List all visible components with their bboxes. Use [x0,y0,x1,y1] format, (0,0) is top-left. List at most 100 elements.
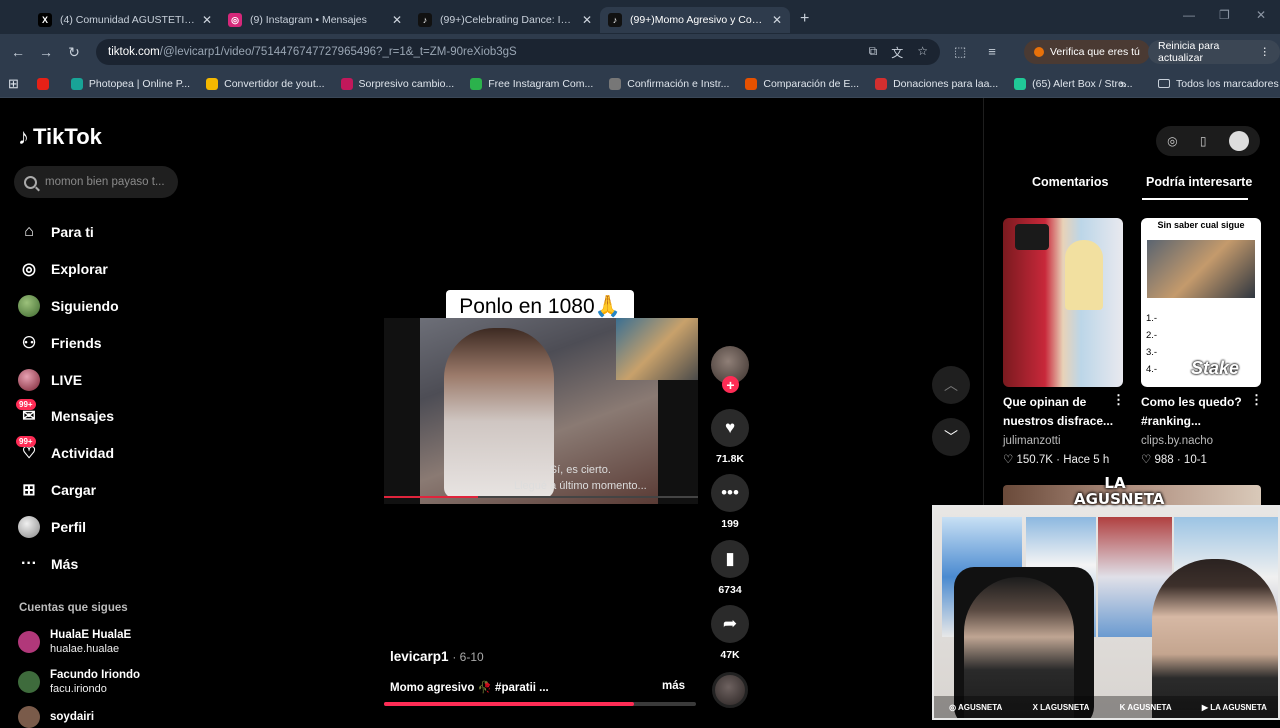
address-bar[interactable]: tiktok.com /@levicarp1/video/75144767477… [96,39,940,65]
suggested-video-title[interactable]: Que opinan de nuestros disfrace... [1003,393,1115,431]
tab-title: (9) Instagram • Mensajes [250,14,367,26]
nav-item-perfil[interactable]: Perfil [16,508,119,545]
save-count: 6734 [718,584,742,596]
close-icon[interactable]: ✕ [202,13,212,27]
maximize-icon[interactable]: ❐ [1219,8,1230,22]
reading-list-icon[interactable]: ≡ [988,44,996,60]
tab-title: (4) Comunidad AGUSTETISMO / X [60,14,196,26]
translate-icon[interactable]: 文 [891,44,903,61]
more-link[interactable]: más [662,680,685,692]
search-input[interactable]: momon bien payaso t... [14,166,178,198]
restart-update-pill[interactable]: Reinicia para actualizar ⋮ [1148,40,1280,64]
tab-title: (99+)Celebrating Dance: Inclusive [440,14,576,26]
music-disc-avatar[interactable] [712,672,748,708]
bookmark-item[interactable]: Donaciones para laa... [875,77,999,90]
compass-icon[interactable]: ◎ [1167,134,1177,148]
forward-icon[interactable]: → [32,44,60,60]
subtitle-line: Llegué a último momento... [514,480,647,492]
nav-label: Cargar [51,481,97,498]
previous-video-button[interactable]: ︿ [932,366,970,404]
share-icon[interactable]: ➦ [711,605,749,643]
bookmark-label: Comparación de E... [763,77,860,90]
browser-tab-x[interactable]: X (4) Comunidad AGUSTETISMO / X ✕ [30,7,220,33]
account-username: facu.iriondo [50,683,107,695]
bookmark-star-icon[interactable]: ☆ [917,44,928,61]
nav-item-para-ti[interactable]: ⌂ Para ti [16,214,119,251]
minimize-icon[interactable]: — [1183,8,1195,22]
profile-avatar[interactable] [1228,131,1249,151]
like-action[interactable]: ♥ 71.8K [710,409,750,465]
more-options-icon[interactable]: ⋮ [1112,392,1125,408]
nav-item-cargar[interactable]: ⊞ Cargar [16,472,119,509]
heart-icon[interactable]: ♥ [711,409,749,447]
comment-icon[interactable]: ••• [711,474,749,512]
verify-pill[interactable]: Verifica que eres tú [1024,40,1150,64]
suggested-video-user[interactable]: clips.by.nacho [1141,435,1213,447]
thumb-hat [1015,224,1049,250]
more-options-icon[interactable]: ⋮ [1250,392,1263,408]
video-progress-bar[interactable] [384,702,696,706]
heart-outline-icon: ♡ [1141,454,1152,466]
next-video-button[interactable]: ﹀ [932,418,970,456]
suggested-video-user[interactable]: julimanzotti [1003,435,1061,447]
bookmark-item[interactable]: (65) Alert Box / Stre... [1014,77,1133,90]
nav-item-siguiendo[interactable]: Siguiendo [16,288,119,325]
suggested-video-thumbnail[interactable] [1003,218,1123,387]
bookmark-item[interactable]: Free Instagram Com... [470,77,593,90]
bookmark-item[interactable] [36,77,55,90]
comment-action[interactable]: ••• 199 [710,474,750,530]
share-action[interactable]: ➦ 47K [710,605,750,661]
back-icon[interactable]: ← [4,44,32,60]
agusneta-logo: LA AGUSNETA [1074,474,1165,508]
browser-tab-tiktok-dance[interactable]: ♪ (99+)Celebrating Dance: Inclusive ✕ [410,7,600,33]
following-account-hualae[interactable]: HualaE HualaE hualae.hualae [18,628,131,656]
close-icon[interactable]: ✕ [772,13,782,27]
nav-item-live[interactable]: LIVE [16,361,119,398]
nav-label: Actividad [51,445,115,462]
restart-label: Reinicia para actualizar [1158,40,1220,64]
all-bookmarks-folder[interactable]: Todos los marcadores [1158,78,1279,90]
close-icon[interactable]: ✕ [392,13,402,27]
nav-item-actividad[interactable]: ♡ 99+ Actividad [16,435,119,472]
browser-tab-tiktok-momo[interactable]: ♪ (99+)Momo Agresivo y Coscu: ✕ [600,7,790,33]
extensions-icon[interactable]: ⬚ [954,44,966,60]
follow-plus-button[interactable]: + [722,376,739,393]
menu-dots-icon[interactable]: ⋮ [1260,46,1271,58]
following-account-soydairi[interactable]: soydairi [18,706,94,728]
phone-icon[interactable]: ▯ [1200,134,1207,148]
bookmark-item[interactable]: Comparación de E... [745,77,860,90]
reload-icon[interactable]: ↻ [60,44,88,61]
video-player[interactable]: Sí, es cierto. Llegué a último momento..… [384,318,698,504]
bookmark-label: Donaciones para laa... [893,77,999,90]
tiktok-logo[interactable]: ♪ TikTok [18,124,102,150]
nav-item-friends[interactable]: ⚇ Friends [16,324,119,361]
side-nav: ⌂ Para ti ◎ Explorar Siguiendo ⚇ Friends LIVE ✉ 9… [16,214,119,582]
suggested-video-thumbnail[interactable]: Sin saber cual sigue 1.- 2.- 3.- 4.- Stake [1141,218,1261,387]
bookmark-item[interactable]: Photopea | Online P... [70,77,190,90]
cast-icon[interactable]: ⧉ [869,44,878,61]
bookmark-icon[interactable]: ▮ [711,540,749,578]
browser-tab-instagram[interactable]: ◎ (9) Instagram • Mensajes ✕ [220,7,410,33]
new-tab-button[interactable]: + [800,10,809,28]
tab-suggested[interactable]: Podría interesarte [1146,175,1252,189]
nav-item-más[interactable]: ··· Más [16,545,119,582]
suggested-video-title[interactable]: Como les quedo? #ranking... [1141,393,1253,431]
like-count: 71.8K [715,453,745,465]
tab-title: (99+)Momo Agresivo y Coscu: [630,14,766,26]
comment-count: 199 [721,518,739,530]
apps-grid-icon[interactable]: ⊞ [8,76,19,92]
nav-item-explorar[interactable]: ◎ Explorar [16,251,119,288]
video-author[interactable]: levicarp1 [390,649,449,664]
bookmark-item[interactable]: Convertidor de yout... [206,77,325,90]
close-window-icon[interactable]: ✕ [1256,8,1266,22]
bookmark-item[interactable]: Confirmación e Instr... [609,77,729,90]
bookmark-item[interactable]: Sorpresivo cambio... [340,77,454,90]
tab-comments[interactable]: Comentarios [1032,175,1108,189]
nav-item-mensajes[interactable]: ✉ 99+ Mensajes [16,398,119,435]
close-icon[interactable]: ✕ [582,13,592,27]
video-author-line[interactable]: levicarp1 · 6-10 [390,649,484,664]
more-bookmarks-icon[interactable]: » [1120,77,1127,91]
following-account-facu[interactable]: Facundo Iriondo facu.iriondo [18,668,140,696]
save-action[interactable]: ▮ 6734 [710,540,750,596]
bookmark-label: Convertidor de yout... [224,77,325,90]
